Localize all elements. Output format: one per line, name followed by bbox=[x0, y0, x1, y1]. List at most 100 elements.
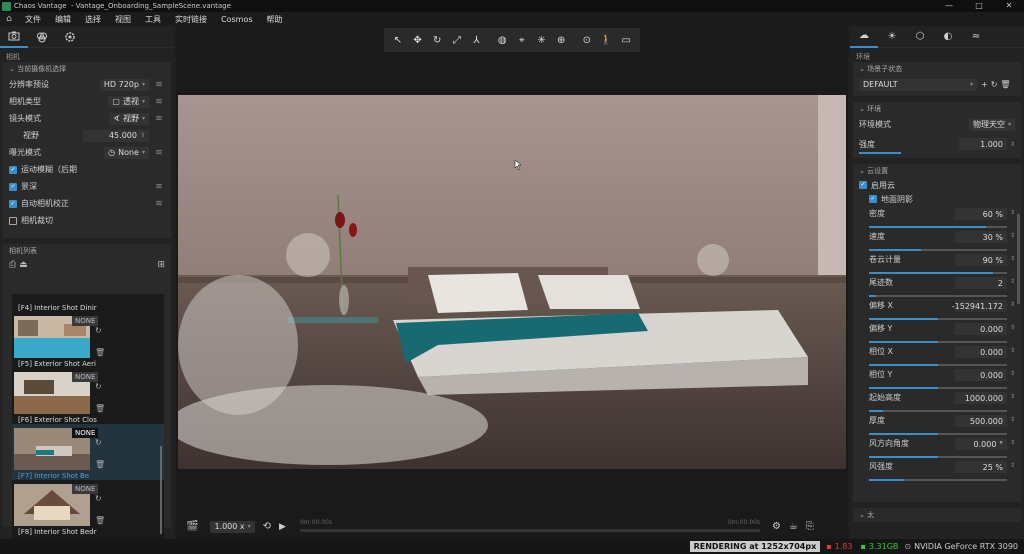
checkbox[interactable]: ✓ bbox=[869, 195, 877, 203]
select-tool-icon[interactable]: ↖ bbox=[388, 30, 408, 50]
tab-settings[interactable] bbox=[56, 26, 84, 48]
ground-shadow-row[interactable]: ✓ 地面阴影 bbox=[853, 192, 1021, 206]
list-item[interactable]: NONE ↻ 🗑 [F5] Exterior Shot Aeri bbox=[12, 312, 164, 368]
refresh-icon[interactable]: ↻ bbox=[95, 438, 102, 447]
spinner-icon[interactable]: ⇕ bbox=[1010, 347, 1015, 354]
param-input[interactable]: 60 % bbox=[955, 208, 1007, 220]
render-settings-icon[interactable]: ⚙ bbox=[772, 521, 781, 532]
param-slider[interactable] bbox=[869, 341, 1007, 343]
param-input[interactable]: 2 bbox=[955, 277, 1007, 289]
play-icon[interactable]: ▶ bbox=[279, 522, 286, 532]
param-slider[interactable] bbox=[869, 433, 1007, 435]
panel-header[interactable]: ⌄ 场景子状态 bbox=[853, 62, 1021, 76]
trash-icon[interactable]: 🗑 bbox=[95, 460, 105, 469]
param-input[interactable]: 0.000 bbox=[955, 346, 1007, 358]
close-button[interactable]: ✕ bbox=[994, 0, 1024, 12]
light-pick-icon[interactable]: ✳ bbox=[532, 30, 552, 50]
panel-header[interactable]: ⌄ 太 bbox=[853, 508, 1021, 522]
spinner-icon[interactable]: ⇕ bbox=[1010, 324, 1015, 331]
add-camera-icon[interactable]: ⎙ bbox=[9, 260, 16, 270]
panel-header[interactable]: ⌄ 云设置 bbox=[853, 164, 1021, 178]
camera-view-icon[interactable]: ⊙ bbox=[577, 30, 597, 50]
checkbox[interactable]: ✓ bbox=[859, 181, 867, 189]
param-slider[interactable] bbox=[869, 226, 1007, 228]
reset-icon[interactable]: ≋ bbox=[153, 114, 165, 124]
param-input[interactable]: 0.000 ° bbox=[955, 438, 1007, 450]
reset-icon[interactable]: ≋ bbox=[153, 80, 165, 90]
menu-select[interactable]: 选择 bbox=[78, 14, 108, 25]
speed-dropdown[interactable]: 1.000 x ▾ bbox=[210, 520, 255, 533]
menu-file[interactable]: 文件 bbox=[18, 14, 48, 25]
param-slider[interactable] bbox=[869, 387, 1007, 389]
camera-group-icon[interactable]: ⏏ bbox=[19, 260, 28, 270]
dof-row[interactable]: ✓ 景深 ≋ bbox=[3, 178, 171, 195]
param-slider[interactable] bbox=[869, 318, 1007, 320]
material-picker-icon[interactable]: ◍ bbox=[492, 30, 512, 50]
list-item[interactable]: [F4] Interior Shot Dinir bbox=[12, 294, 164, 312]
param-input[interactable]: 0.000 bbox=[955, 369, 1007, 381]
loop-icon[interactable]: ⟲ bbox=[263, 521, 271, 532]
checkbox[interactable]: ✓ bbox=[9, 199, 17, 208]
refresh-icon[interactable]: ↻ bbox=[95, 494, 102, 503]
reset-icon[interactable]: ≋ bbox=[153, 182, 165, 192]
tab-materials[interactable]: ◐ bbox=[934, 26, 962, 48]
camera-crop-row[interactable]: 相机裁切 bbox=[3, 212, 171, 229]
spinner-icon[interactable]: ⇕ bbox=[1010, 439, 1015, 446]
trash-icon[interactable]: 🗑 bbox=[1000, 80, 1010, 89]
minimize-button[interactable]: — bbox=[934, 0, 964, 12]
spinner-icon[interactable]: ⇕ bbox=[1010, 416, 1015, 423]
walk-mode-icon[interactable]: 🚶 bbox=[597, 30, 617, 50]
menu-help[interactable]: 帮助 bbox=[260, 14, 290, 25]
param-input[interactable]: 25 % bbox=[955, 461, 1007, 473]
pick-focus-icon[interactable]: ⌖ bbox=[512, 30, 532, 50]
spinner-icon[interactable]: ⇕ bbox=[1010, 301, 1015, 308]
add-icon[interactable]: + bbox=[981, 80, 988, 89]
spinner-icon[interactable]: ⇕ bbox=[1010, 232, 1015, 239]
timeline-slider[interactable]: 0m:00.00s 0m:00.00s bbox=[299, 517, 760, 537]
menu-cosmos[interactable]: Cosmos bbox=[214, 15, 260, 24]
list-item-selected[interactable]: NONE ↻ 🗑 [F7] Interior Shot Be bbox=[12, 424, 164, 480]
scene-state-dropdown[interactable]: DEFAULT ▾ bbox=[859, 78, 977, 91]
refresh-icon[interactable]: ↻ bbox=[95, 382, 102, 391]
param-slider[interactable] bbox=[869, 295, 1007, 297]
reset-icon[interactable]: ≋ bbox=[153, 148, 165, 158]
spinner-icon[interactable]: ⇕ bbox=[1010, 209, 1015, 216]
add-object-icon[interactable]: ⊕ bbox=[551, 30, 571, 50]
render-viewport[interactable] bbox=[178, 95, 846, 469]
panel-header[interactable]: ⌄ 环境 bbox=[853, 102, 1021, 116]
teapot-icon[interactable]: ☕ bbox=[789, 521, 798, 532]
checkbox[interactable] bbox=[9, 216, 17, 225]
menu-view[interactable]: 视图 bbox=[108, 14, 138, 25]
spinner-icon[interactable]: ⇕ bbox=[1010, 393, 1015, 400]
param-input[interactable]: 30 % bbox=[955, 231, 1007, 243]
refresh-icon[interactable]: ↻ bbox=[95, 326, 102, 335]
checkbox[interactable]: ✓ bbox=[9, 165, 17, 174]
param-slider[interactable] bbox=[869, 249, 1007, 251]
param-slider[interactable] bbox=[869, 364, 1007, 366]
home-icon[interactable]: ⌂ bbox=[0, 14, 18, 24]
trash-icon[interactable]: 🗑 bbox=[95, 516, 105, 525]
pivot-tool-icon[interactable]: ⅄ bbox=[467, 30, 487, 50]
tab-objects[interactable]: ⬡ bbox=[906, 26, 934, 48]
param-input[interactable]: 1000.000 bbox=[955, 392, 1007, 404]
menu-tools[interactable]: 工具 bbox=[138, 14, 168, 25]
spinner-icon[interactable]: ⇕ bbox=[1010, 278, 1015, 285]
tab-environment[interactable]: ☁ bbox=[850, 26, 878, 48]
enable-cloud-row[interactable]: ✓ 启用云 bbox=[853, 178, 1021, 192]
param-input[interactable]: 0.000 bbox=[955, 323, 1007, 335]
tab-lights[interactable]: ☀ bbox=[878, 26, 906, 48]
auto-correct-row[interactable]: ✓ 自动相机校正 ≋ bbox=[3, 195, 171, 212]
param-input[interactable]: 90 % bbox=[955, 254, 1007, 266]
panel-header[interactable]: ⌄ 当前摄像机选择 bbox=[3, 62, 171, 76]
clapper-icon[interactable]: 🎬 bbox=[186, 521, 198, 532]
menu-edit[interactable]: 编辑 bbox=[48, 14, 78, 25]
spinner-icon[interactable]: ⇕ bbox=[1010, 255, 1015, 262]
param-slider[interactable] bbox=[869, 272, 1007, 274]
param-input[interactable]: 500.000 bbox=[955, 415, 1007, 427]
move-tool-icon[interactable]: ✥ bbox=[408, 30, 428, 50]
param-slider[interactable] bbox=[869, 479, 1007, 481]
param-slider[interactable] bbox=[869, 410, 1007, 412]
env-mode-dropdown[interactable]: 物理天空 ▾ bbox=[968, 118, 1015, 131]
scale-tool-icon[interactable]: ⤢ bbox=[447, 30, 467, 50]
maximize-button[interactable]: □ bbox=[964, 0, 994, 12]
